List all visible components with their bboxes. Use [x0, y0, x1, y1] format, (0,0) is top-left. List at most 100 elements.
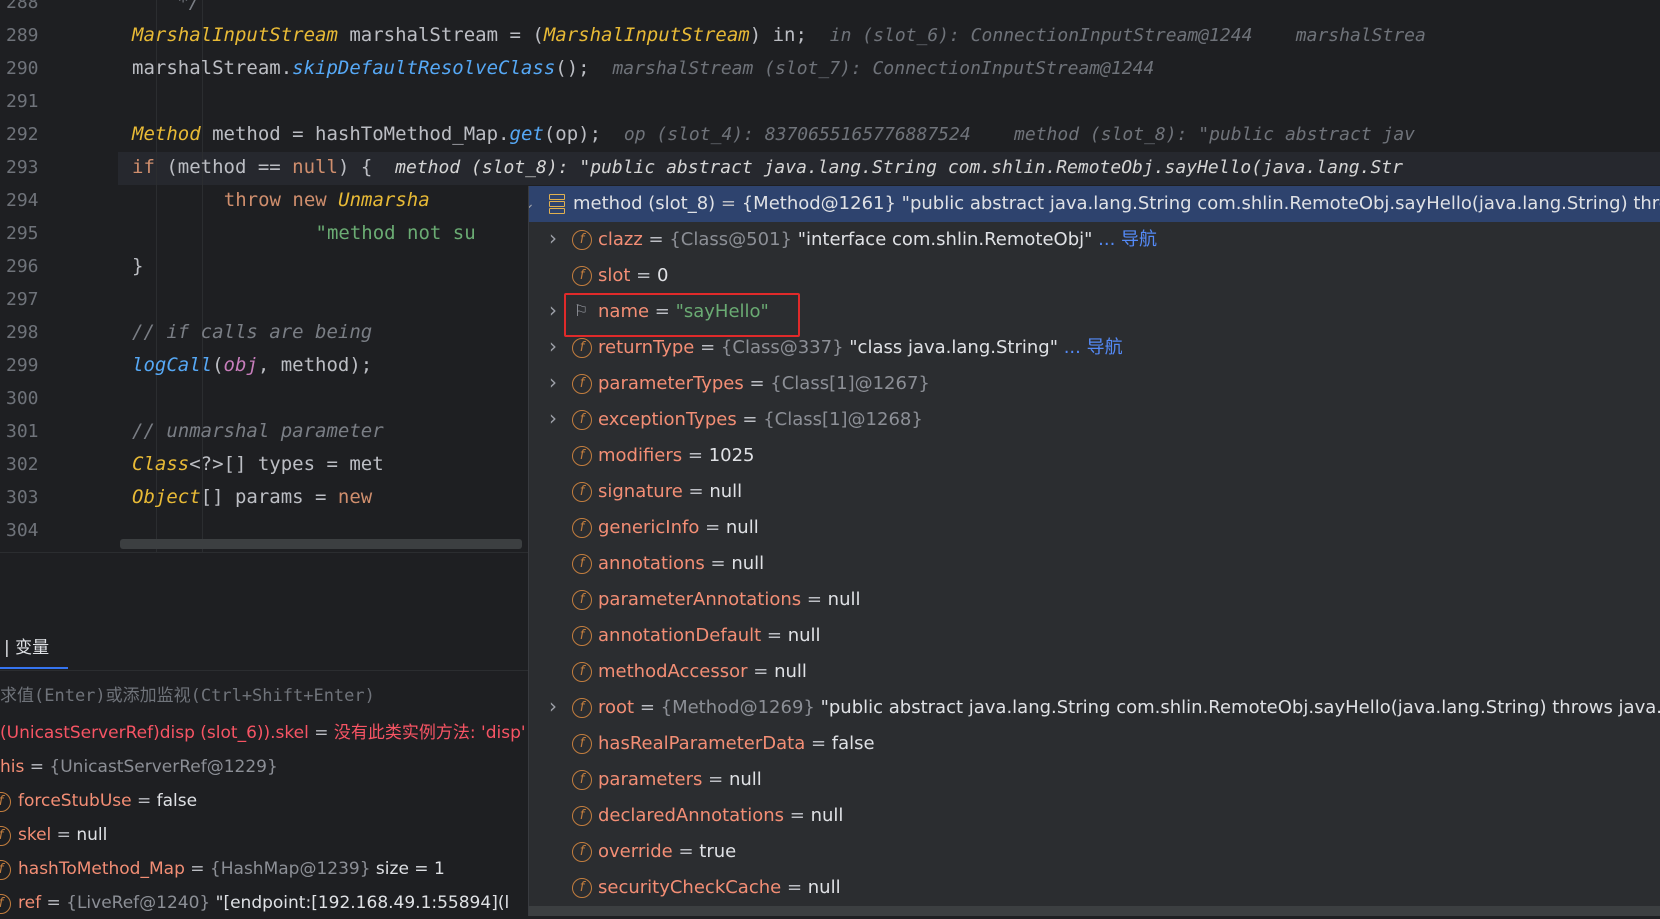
equals-sign: = — [672, 841, 700, 862]
code-token: MarshalInputStream — [543, 24, 750, 46]
tree-field-method-accessor[interactable]: f methodAccessor = null — [529, 654, 1660, 690]
tree-field-exception-types[interactable]: › f exceptionTypes = {Class[1]@1268} — [529, 402, 1660, 438]
chevron-right-icon[interactable]: › — [545, 300, 561, 320]
code-token: <?>[] types = met — [189, 453, 384, 475]
field-name: parameters — [598, 769, 703, 790]
code-token: marshalStream = ( — [337, 24, 544, 46]
field-icon: f — [572, 662, 592, 682]
tree-field-clazz[interactable]: › f clazz = {Class@501} "interface com.shl… — [529, 222, 1660, 258]
code-token: (method == — [154, 156, 293, 178]
chevron-right-icon[interactable]: › — [545, 336, 561, 356]
field-value: null — [774, 661, 807, 682]
popup-horizontal-scrollbar[interactable] — [529, 906, 1660, 916]
field-icon: f — [0, 894, 11, 914]
field-name: root — [598, 697, 635, 718]
code-token: Unmarsha — [338, 189, 430, 211]
variable-value: null — [76, 825, 108, 845]
equals-sign: = — [634, 697, 661, 718]
chevron-right-icon[interactable]: › — [545, 228, 561, 248]
chevron-down-icon[interactable]: ⌄ — [529, 196, 537, 212]
code-token: Class — [132, 453, 190, 475]
variable-name: forceStubUse — [18, 791, 132, 811]
navigate-link[interactable]: ... 导航 — [1058, 337, 1123, 358]
tree-field-parameter-types[interactable]: › f parameterTypes = {Class[1]@1267} — [529, 366, 1660, 402]
tree-field-parameters[interactable]: f parameters = null — [529, 762, 1660, 798]
equals-sign: = — [743, 373, 771, 394]
field-icon: f — [572, 338, 592, 358]
tree-field-parameter-annotations[interactable]: f parameterAnnotations = null — [529, 582, 1660, 618]
object-ref: {UnicastServerRef@1229} — [49, 757, 278, 777]
code-token: new — [337, 486, 373, 508]
variable-value: "[endpoint:[192.168.49.1:55894](l — [210, 893, 510, 913]
tree-field-modifiers[interactable]: f modifiers = 1025 — [529, 438, 1660, 474]
equals-sign: = — [702, 769, 729, 790]
tree-field-security-check-cache[interactable]: f securityCheckCache = null — [529, 870, 1660, 906]
tree-field-root[interactable]: › f root = {Method@1269} "public abstract … — [529, 690, 1660, 726]
chevron-right-icon[interactable]: › — [545, 372, 561, 392]
code-token: // if calls are being — [132, 321, 373, 343]
field-value: "class java.lang.String" — [843, 337, 1058, 358]
field-name: hasRealParameterData — [598, 733, 806, 754]
field-value: null — [810, 805, 844, 826]
chevron-right-icon[interactable]: › — [545, 696, 561, 716]
field-value: null — [827, 589, 861, 610]
variable-name: hashToMethod_Map — [18, 859, 185, 879]
inline-debug-value: marshalStream (slot_7): ConnectionInputS… — [612, 58, 1155, 79]
chevron-right-icon[interactable]: › — [545, 408, 561, 428]
field-value: true — [699, 841, 737, 862]
object-ref: {Class[1]@1268} — [763, 409, 923, 430]
equals-sign: = — [747, 661, 775, 682]
tree-field-has-real-parameter-data[interactable]: f hasRealParameterData = false — [529, 726, 1660, 762]
equals-sign: = — [801, 589, 828, 610]
field-icon: f — [572, 698, 592, 718]
tree-field-generic-info[interactable]: f genericInfo = null — [529, 510, 1660, 546]
variable-value: size = 1 — [370, 859, 445, 879]
tree-field-declared-annotations[interactable]: f declaredAnnotations = null — [529, 798, 1660, 834]
equals-sign: = — [41, 893, 67, 913]
field-name: signature — [598, 481, 683, 502]
field-name: parameterAnnotations — [598, 589, 802, 610]
equals-sign: = — [308, 723, 334, 743]
editor-horizontal-scrollbar[interactable] — [120, 539, 522, 549]
code-token: obj — [223, 354, 258, 376]
root-ref: {Method@1261} — [741, 193, 896, 214]
tree-field-annotations[interactable]: f annotations = null — [529, 546, 1660, 582]
variable-value: false — [156, 791, 198, 811]
evaluate-expression-input[interactable]: 求值(Enter)或添加监视(Ctrl+Shift+Enter) — [0, 681, 375, 706]
code-token: Object — [132, 486, 201, 508]
field-name: annotationDefault — [598, 625, 762, 646]
field-name: annotations — [598, 553, 705, 574]
code-token: skipDefaultResolveClass — [292, 57, 556, 79]
field-icon: f — [572, 482, 592, 502]
navigate-link[interactable]: ... 导航 — [1092, 229, 1157, 250]
code-token: ) { — [337, 156, 396, 178]
tree-field-signature[interactable]: f signature = null — [529, 474, 1660, 510]
equals-sign: = — [184, 859, 210, 879]
field-icon: f — [572, 590, 592, 610]
tree-field-override[interactable]: f override = true — [529, 834, 1660, 870]
equals-sign: = — [761, 625, 788, 646]
tree-field-slot[interactable]: f slot = 0 — [529, 258, 1660, 294]
field-name: modifiers — [598, 445, 683, 466]
object-ref: {HashMap@1239} — [209, 859, 371, 879]
field-value: 1025 — [708, 445, 755, 466]
field-value: null — [709, 481, 743, 502]
equals-sign: = — [24, 757, 50, 777]
code-token: throw new — [178, 189, 339, 211]
highlight-annotation-box — [564, 293, 800, 337]
code-token: (); — [555, 57, 613, 79]
divider — [0, 670, 528, 671]
tree-field-annotation-default[interactable]: f annotationDefault = null — [529, 618, 1660, 654]
tree-root-method[interactable]: ⌄ method (slot_8) = {Method@1261} "publi… — [529, 186, 1660, 222]
code-line: */ — [0, 0, 1660, 19]
tab-variables[interactable]: | 变量 — [4, 633, 49, 658]
field-value: null — [787, 625, 821, 646]
code-token: Method — [132, 123, 201, 145]
equals-sign: = — [805, 733, 832, 754]
object-ref: {Class@337} — [720, 337, 844, 358]
variable-name: (UnicastServerRef)disp (slot_6)).skel — [0, 723, 309, 743]
field-name: parameterTypes — [598, 373, 744, 394]
code-token: */ — [143, 0, 201, 13]
equals-sign: = — [784, 805, 811, 826]
field-value: "public abstract java.lang.String com.sh… — [814, 697, 1660, 718]
